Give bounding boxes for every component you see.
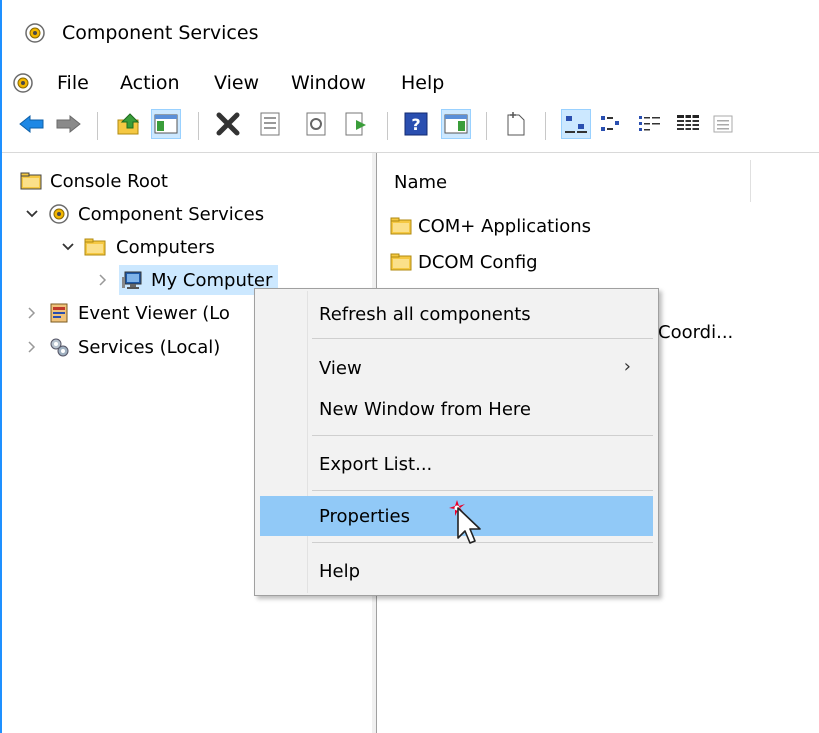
show-hide-action-pane-button[interactable]: [441, 109, 471, 139]
small-icons-view-button[interactable]: [598, 110, 626, 138]
menu-item-label: Refresh all components: [319, 303, 531, 325]
title-bar: Component Services: [2, 0, 819, 64]
menu-item-label: Properties: [319, 505, 410, 527]
up-folder-icon: [117, 113, 140, 135]
show-hide-action-pane-icon: [444, 114, 468, 134]
menu-separator: [312, 338, 653, 339]
tree-item-services-local[interactable]: Services (Local): [24, 332, 220, 362]
menu-help[interactable]: Help: [401, 72, 444, 94]
large-icons-view-icon: [565, 116, 587, 133]
toolbar-separator: [387, 112, 388, 140]
show-hide-tree-icon: [154, 114, 178, 134]
export-list-button[interactable]: [342, 110, 370, 138]
folder-icon: [390, 253, 412, 271]
delete-button[interactable]: [214, 110, 242, 138]
collapsed-chevron-icon[interactable]: [24, 305, 40, 321]
component-services-icon: [25, 23, 45, 43]
menu-item-label: New Window from Here: [319, 398, 531, 420]
submenu-arrow-icon: ›: [623, 356, 631, 377]
up-one-level-button[interactable]: [115, 110, 143, 138]
new-window-icon: [507, 112, 525, 136]
menu-file[interactable]: File: [57, 72, 89, 94]
folder-icon: [20, 172, 42, 190]
event-viewer-icon: [50, 303, 68, 323]
component-services-icon: [49, 204, 69, 224]
toolbar-separator: [198, 112, 199, 140]
tree-item-console-root[interactable]: Console Root: [20, 166, 168, 196]
menu-action[interactable]: Action: [120, 72, 180, 94]
properties-button[interactable]: [256, 110, 284, 138]
menu-separator: [312, 490, 653, 491]
tree-item-component-services[interactable]: Component Services: [24, 199, 264, 229]
menu-item-help[interactable]: Help: [260, 551, 653, 591]
collapsed-chevron-icon[interactable]: [95, 272, 111, 288]
menu-window[interactable]: Window: [291, 72, 366, 94]
mouse-cursor-icon: [449, 500, 481, 544]
toolbar-separator: [97, 112, 98, 140]
new-window-button[interactable]: [502, 110, 530, 138]
detail-view-icon: [677, 115, 699, 132]
folder-icon: [390, 217, 412, 235]
collapsed-chevron-icon[interactable]: [24, 339, 40, 355]
toolbar-separator: [486, 112, 487, 140]
refresh-icon: [306, 112, 326, 136]
help-icon: ?: [404, 112, 428, 136]
menu-item-view[interactable]: View ›: [260, 348, 653, 388]
forward-button[interactable]: [54, 110, 82, 138]
window-title: Component Services: [62, 22, 259, 44]
menu-item-refresh-all-components[interactable]: Refresh all components: [260, 294, 653, 334]
column-header-name[interactable]: Name: [394, 172, 447, 193]
menu-item-label: View: [319, 357, 362, 379]
list-item-dcom-config[interactable]: DCOM Config: [390, 247, 538, 277]
export-list-icon: [345, 112, 366, 136]
menu-item-new-window-from-here[interactable]: New Window from Here: [260, 389, 653, 429]
svg-text:?: ?: [411, 115, 420, 134]
tree-item-label: Computers: [116, 236, 215, 258]
tree-item-label: Console Root: [50, 170, 168, 192]
menu-item-label: Export List...: [319, 453, 433, 475]
column-divider[interactable]: [750, 160, 751, 202]
system-menu-icon[interactable]: [12, 72, 34, 94]
tree-item-my-computer[interactable]: My Computer: [95, 265, 279, 295]
list-item-com-applications[interactable]: COM+ Applications: [390, 211, 591, 241]
extra-view-button[interactable]: [710, 110, 738, 138]
toolbar-separator: [545, 112, 546, 140]
detail-view-button[interactable]: [674, 110, 702, 138]
delete-icon: [216, 112, 240, 136]
tree-item-event-viewer[interactable]: Event Viewer (Lo: [24, 298, 230, 328]
tree-item-computers[interactable]: Computers: [60, 232, 215, 262]
refresh-button[interactable]: [302, 110, 330, 138]
list-item-label: COM+ Applications: [418, 215, 592, 237]
menu-separator: [312, 435, 653, 436]
tree-item-label: Component Services: [78, 203, 265, 225]
show-hide-tree-button[interactable]: [151, 109, 181, 139]
list-view-button[interactable]: [636, 110, 664, 138]
list-view-icon: [639, 116, 660, 131]
list-item-label: DCOM Config: [418, 251, 538, 273]
back-arrow-icon: [19, 114, 44, 134]
tree-item-label: Event Viewer (Lo: [78, 302, 230, 324]
extra-view-icon: [713, 115, 733, 133]
large-icons-view-button[interactable]: [561, 109, 591, 139]
menu-item-export-list[interactable]: Export List...: [260, 444, 653, 484]
services-gear-icon: [50, 338, 69, 357]
properties-icon: [260, 112, 280, 136]
small-icons-view-icon: [601, 116, 619, 131]
menu-item-label: Help: [319, 560, 361, 582]
list-item-coordinator-partial[interactable]: Coordi...: [658, 322, 733, 343]
expanded-chevron-icon[interactable]: [24, 206, 40, 222]
component-services-window: Component Services File Action View Wind…: [0, 0, 819, 733]
expanded-chevron-icon[interactable]: [60, 239, 76, 255]
forward-arrow-icon: [56, 114, 81, 134]
back-button[interactable]: [18, 110, 46, 138]
my-computer-icon: [122, 271, 142, 289]
folder-icon: [84, 238, 106, 256]
context-menu-gutter: [307, 291, 308, 593]
tree-item-label: Services (Local): [78, 336, 221, 358]
menu-view[interactable]: View: [214, 72, 259, 94]
help-button[interactable]: ?: [402, 110, 430, 138]
